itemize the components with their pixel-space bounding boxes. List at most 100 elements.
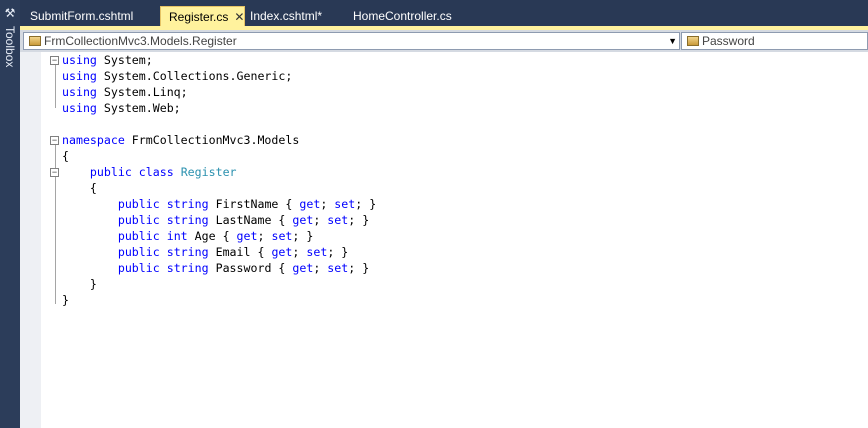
code-token: System.Collections.Generic; [96, 69, 293, 83]
class-icon [29, 36, 41, 46]
code-token: ; [313, 261, 328, 275]
tab-label: Register.cs [169, 10, 229, 24]
code-token: Email { [208, 245, 272, 259]
keyword-token: get [292, 213, 314, 227]
keyword-token: public [117, 213, 160, 227]
tab-submitform[interactable]: SubmitForm.cshtml [22, 6, 141, 26]
keyword-token: using [62, 69, 97, 83]
code-token: ; } [348, 261, 370, 275]
keyword-token: public [117, 261, 160, 275]
keyword-token: get [292, 261, 314, 275]
indicator-margin [20, 52, 41, 428]
code-token: ; } [348, 213, 370, 227]
code-token: } [62, 293, 69, 307]
navigation-bar: FrmCollectionMvc3.Models.Register ▼ Pass… [20, 30, 868, 52]
code-token: System.Linq; [96, 85, 188, 99]
code-line[interactable]: } [62, 276, 376, 292]
member-selector-value: Password [702, 34, 755, 48]
keyword-token: get [271, 245, 293, 259]
keyword-token: string [166, 213, 209, 227]
tab-label: SubmitForm.cshtml [30, 9, 134, 23]
tab-label: Index.cshtml* [250, 9, 323, 23]
keyword-token: namespace [62, 133, 125, 147]
code-token: { [62, 149, 69, 163]
keyword-token: set [327, 261, 349, 275]
code-line[interactable]: namespace FrmCollectionMvc3.Models [62, 132, 376, 148]
code-token: System.Web; [96, 101, 181, 115]
code-token: ; [292, 245, 307, 259]
keyword-token: set [306, 245, 328, 259]
toolbox-icon: ⚒ [4, 6, 16, 20]
keyword-token: string [166, 245, 209, 259]
code-token: Password { [208, 261, 293, 275]
code-token: LastName { [208, 213, 293, 227]
code-token: Age { [187, 229, 237, 243]
code-line[interactable]: using System.Collections.Generic; [62, 68, 376, 84]
tab-label: HomeController.cs [353, 9, 452, 23]
code-token: { [62, 181, 97, 195]
code-line[interactable]: { [62, 180, 376, 196]
keyword-token: public [117, 245, 160, 259]
code-editor[interactable]: − − − using System; using System.Collecti… [20, 52, 868, 428]
collapse-icon[interactable]: − [50, 136, 59, 145]
dropdown-arrow-icon[interactable]: ▼ [668, 33, 677, 49]
keyword-token: get [299, 197, 321, 211]
code-line[interactable]: public string Email { get; set; } [62, 244, 376, 260]
keyword-token: public [117, 197, 160, 211]
collapse-icon[interactable]: − [50, 56, 59, 65]
outline-guide [55, 64, 56, 108]
code-token: ; } [327, 245, 349, 259]
keyword-token: using [62, 53, 97, 67]
collapse-icon[interactable]: − [50, 168, 59, 177]
code-token: ; [320, 197, 335, 211]
keyword-token: set [327, 213, 349, 227]
keyword-token: using [62, 85, 97, 99]
code-token: FirstName { [208, 197, 300, 211]
code-line[interactable]: public string FirstName { get; set; } [62, 196, 376, 212]
code-token: } [62, 277, 97, 291]
code-line[interactable]: { [62, 148, 376, 164]
tab-register[interactable]: Register.cs ✕ [160, 6, 245, 26]
keyword-token: set [334, 197, 356, 211]
code-line[interactable]: using System; [62, 52, 376, 68]
keyword-token: public [117, 229, 160, 243]
keyword-token: class [138, 165, 174, 179]
toolbox-panel[interactable]: ⚒ Toolbox [0, 0, 20, 428]
keyword-token: string [166, 261, 209, 275]
code-line[interactable]: public string Password { get; set; } [62, 260, 376, 276]
tab-homecontroller[interactable]: HomeController.cs [345, 6, 460, 26]
code-token: ; } [292, 229, 314, 243]
tab-index[interactable]: Index.cshtml* [242, 6, 330, 26]
source-code[interactable]: using System; using System.Collections.Ge… [62, 52, 376, 308]
keyword-token: public [89, 165, 132, 179]
type-token: Register [180, 165, 237, 179]
type-selector[interactable]: FrmCollectionMvc3.Models.Register ▼ [23, 32, 680, 50]
toolbox-label[interactable]: Toolbox [1, 26, 19, 86]
code-line[interactable]: } [62, 292, 376, 308]
code-line[interactable]: using System.Linq; [62, 84, 376, 100]
property-icon [687, 36, 699, 46]
code-line[interactable]: public string LastName { get; set; } [62, 212, 376, 228]
code-line[interactable]: public int Age { get; set; } [62, 228, 376, 244]
code-line[interactable]: public class Register [62, 164, 376, 180]
document-tab-strip: SubmitForm.cshtml Register.cs ✕ Index.csh… [20, 0, 868, 26]
code-token: ; } [355, 197, 377, 211]
code-line[interactable]: using System.Web; [62, 100, 376, 116]
keyword-token: using [62, 101, 97, 115]
code-line[interactable] [62, 116, 376, 132]
keyword-token: get [236, 229, 258, 243]
keyword-token: set [271, 229, 293, 243]
member-selector[interactable]: Password [681, 32, 868, 50]
